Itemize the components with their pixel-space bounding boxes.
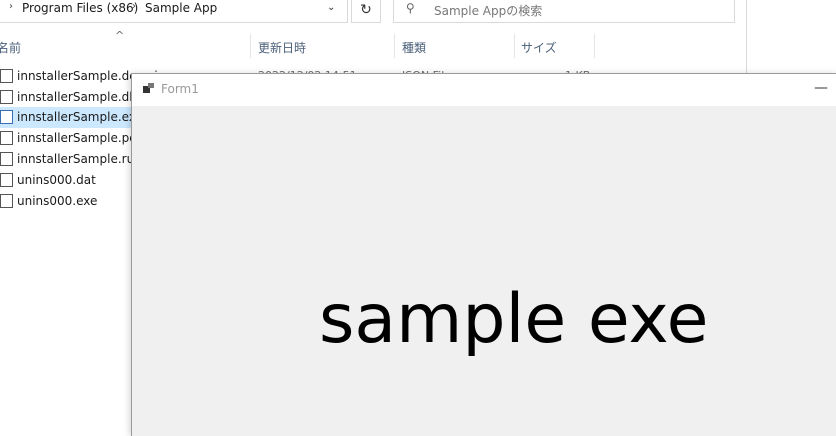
file-name: unins000.exe (17, 194, 98, 208)
column-header-row: ^ 名前 更新日時 種類 サイズ (0, 29, 746, 58)
form1-window: Form1 — sample exe (131, 73, 836, 436)
installer-file-icon (0, 194, 13, 208)
address-bar[interactable]: › Program Files (x86) › Sample App ⌄ (0, 0, 348, 23)
file-row-selected[interactable]: innstallerSample.exe (0, 107, 143, 128)
sample-label: sample exe (319, 280, 709, 359)
column-header-size[interactable]: サイズ (521, 39, 557, 56)
app-icon (143, 83, 155, 95)
file-name: innstallerSample.exe (17, 110, 143, 124)
minimize-button[interactable]: — (808, 80, 834, 100)
breadcrumb-program-files[interactable]: Program Files (x86) (22, 1, 138, 15)
json-file-icon (0, 152, 13, 166)
column-header-name[interactable]: 名前 (0, 39, 21, 56)
refresh-button[interactable]: ↻ (351, 0, 381, 23)
file-name: innstallerSample.dll (17, 90, 136, 104)
column-divider[interactable] (250, 34, 251, 58)
column-header-type[interactable]: 種類 (402, 39, 426, 56)
sort-ascending-icon: ^ (115, 29, 125, 42)
breadcrumb-separator-icon: › (9, 1, 13, 12)
title-bar[interactable]: Form1 — (132, 74, 836, 106)
dll-file-icon (0, 90, 13, 104)
pdb-file-icon (0, 131, 13, 145)
file-name: unins000.dat (17, 173, 96, 187)
breadcrumb-separator-icon: › (132, 1, 136, 12)
exe-file-icon (0, 110, 13, 124)
column-divider[interactable] (394, 34, 395, 58)
column-divider[interactable] (594, 34, 595, 58)
file-name: innstallerSample.pdb (17, 131, 145, 145)
search-input[interactable]: ⚲ Sample Appの検索 (393, 0, 735, 23)
column-divider[interactable] (514, 34, 515, 58)
json-file-icon (0, 69, 13, 83)
window-title: Form1 (161, 82, 199, 96)
chevron-down-icon[interactable]: ⌄ (327, 2, 335, 13)
search-placeholder: Sample Appの検索 (434, 4, 543, 18)
address-row: › Program Files (x86) › Sample App ⌄ ↻ ⚲… (0, 0, 746, 33)
dat-file-icon (0, 173, 13, 187)
search-icon: ⚲ (406, 1, 415, 15)
column-header-date[interactable]: 更新日時 (258, 39, 306, 56)
breadcrumb-sample-app[interactable]: Sample App (145, 1, 217, 15)
